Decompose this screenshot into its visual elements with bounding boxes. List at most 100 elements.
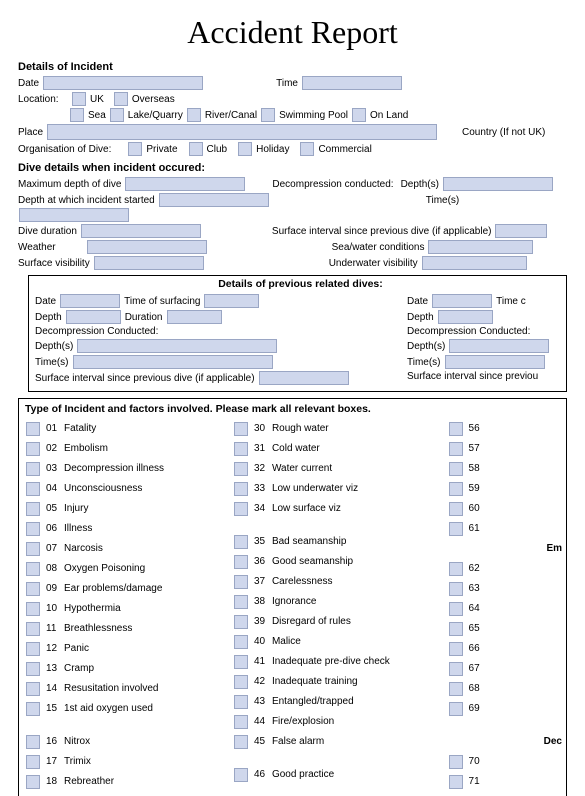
factor-checkbox[interactable] (26, 422, 40, 436)
factor-checkbox[interactable] (234, 462, 248, 476)
factor-label: 1st aid oxygen used (64, 703, 153, 714)
depths-field[interactable] (443, 177, 553, 191)
underviz-field[interactable] (422, 256, 527, 270)
factor-checkbox[interactable] (234, 535, 248, 549)
factor-checkbox[interactable] (234, 635, 248, 649)
overseas-checkbox[interactable] (114, 92, 128, 106)
factor-label: Water current (272, 463, 332, 474)
prev-depths2-label: Depth(s) (407, 341, 445, 352)
factor-checkbox[interactable] (26, 522, 40, 536)
factor-checkbox[interactable] (26, 735, 40, 749)
date-field[interactable] (43, 76, 203, 90)
factor-checkbox[interactable] (234, 555, 248, 569)
factor-checkbox[interactable] (26, 582, 40, 596)
weather-label: Weather (18, 242, 56, 253)
factor-checkbox[interactable] (449, 582, 463, 596)
factor-checkbox[interactable] (26, 602, 40, 616)
overseas-label: Overseas (132, 94, 175, 105)
factor-checkbox[interactable] (449, 562, 463, 576)
prev-depth2-field[interactable] (438, 310, 493, 324)
factor-checkbox[interactable] (234, 575, 248, 589)
factor-checkbox[interactable] (234, 695, 248, 709)
onland-checkbox[interactable] (352, 108, 366, 122)
type-section: Type of Incident and factors involved. P… (18, 398, 567, 796)
factor-checkbox[interactable] (449, 502, 463, 516)
place-field[interactable] (47, 124, 437, 140)
prev-depths2-field[interactable] (449, 339, 549, 353)
rivercanal-checkbox[interactable] (187, 108, 201, 122)
factor-checkbox[interactable] (449, 422, 463, 436)
factor-checkbox[interactable] (234, 502, 248, 516)
uk-checkbox[interactable] (72, 92, 86, 106)
surfviz-field[interactable] (94, 256, 204, 270)
holiday-checkbox[interactable] (238, 142, 252, 156)
sea-checkbox[interactable] (70, 108, 84, 122)
factor-checkbox[interactable] (26, 542, 40, 556)
factor-number: 09 (46, 583, 64, 594)
factor-number: 03 (46, 463, 64, 474)
surfint-field[interactable] (495, 224, 547, 238)
factor-checkbox[interactable] (449, 462, 463, 476)
prev-date2-field[interactable] (432, 294, 492, 308)
factor-checkbox[interactable] (26, 562, 40, 576)
factor-checkbox[interactable] (234, 595, 248, 609)
time-field[interactable] (302, 76, 402, 90)
prev-depth-field[interactable] (66, 310, 121, 324)
factor-checkbox[interactable] (26, 755, 40, 769)
factor-checkbox[interactable] (234, 735, 248, 749)
factor-checkbox[interactable] (449, 682, 463, 696)
factor-checkbox[interactable] (26, 442, 40, 456)
club-checkbox[interactable] (189, 142, 203, 156)
diveduration-field[interactable] (81, 224, 201, 238)
factor-checkbox[interactable] (449, 602, 463, 616)
factor-checkbox[interactable] (449, 442, 463, 456)
swimmingpool-checkbox[interactable] (261, 108, 275, 122)
factor-checkbox[interactable] (449, 482, 463, 496)
factor-checkbox[interactable] (234, 655, 248, 669)
factor-checkbox[interactable] (26, 702, 40, 716)
factor-checkbox[interactable] (449, 662, 463, 676)
orgdive-label: Organisation of Dive: (18, 144, 111, 155)
prev-timeofsurf-field[interactable] (204, 294, 259, 308)
prev-duration-field[interactable] (167, 310, 222, 324)
maxdepth-field[interactable] (125, 177, 245, 191)
factor-checkbox[interactable] (26, 482, 40, 496)
times-field[interactable] (19, 208, 129, 222)
prev-surfint-field[interactable] (259, 371, 349, 385)
factor-checkbox[interactable] (234, 675, 248, 689)
factor-checkbox[interactable] (26, 622, 40, 636)
factor-number: 70 (469, 756, 487, 767)
factor-checkbox[interactable] (234, 715, 248, 729)
factor-checkbox[interactable] (26, 662, 40, 676)
surfint-label: Surface interval since previous dive (if… (272, 226, 492, 237)
depthstart-field[interactable] (159, 193, 269, 207)
factor-number: 15 (46, 703, 64, 714)
country-label: Country (If not UK) (462, 127, 545, 138)
holiday-label: Holiday (256, 144, 289, 155)
seacond-field[interactable] (428, 240, 533, 254)
factor-checkbox[interactable] (449, 642, 463, 656)
private-checkbox[interactable] (128, 142, 142, 156)
prev-times2-field[interactable] (445, 355, 545, 369)
factor-checkbox[interactable] (449, 622, 463, 636)
commercial-checkbox[interactable] (300, 142, 314, 156)
weather-field[interactable] (87, 240, 207, 254)
factor-checkbox[interactable] (449, 755, 463, 769)
factor-checkbox[interactable] (26, 642, 40, 656)
factor-number: 42 (254, 676, 272, 687)
factor-checkbox[interactable] (26, 502, 40, 516)
factor-checkbox[interactable] (234, 768, 248, 782)
prev-date-field[interactable] (60, 294, 120, 308)
factor-checkbox[interactable] (26, 682, 40, 696)
factor-checkbox[interactable] (234, 615, 248, 629)
factor-checkbox[interactable] (449, 702, 463, 716)
prev-depths-field[interactable] (77, 339, 277, 353)
factor-checkbox[interactable] (449, 522, 463, 536)
underviz-label: Underwater visibility (329, 258, 418, 269)
factor-checkbox[interactable] (234, 442, 248, 456)
lakequarry-checkbox[interactable] (110, 108, 124, 122)
factor-checkbox[interactable] (26, 462, 40, 476)
factor-checkbox[interactable] (234, 482, 248, 496)
factor-checkbox[interactable] (234, 422, 248, 436)
prev-times-field[interactable] (73, 355, 273, 369)
